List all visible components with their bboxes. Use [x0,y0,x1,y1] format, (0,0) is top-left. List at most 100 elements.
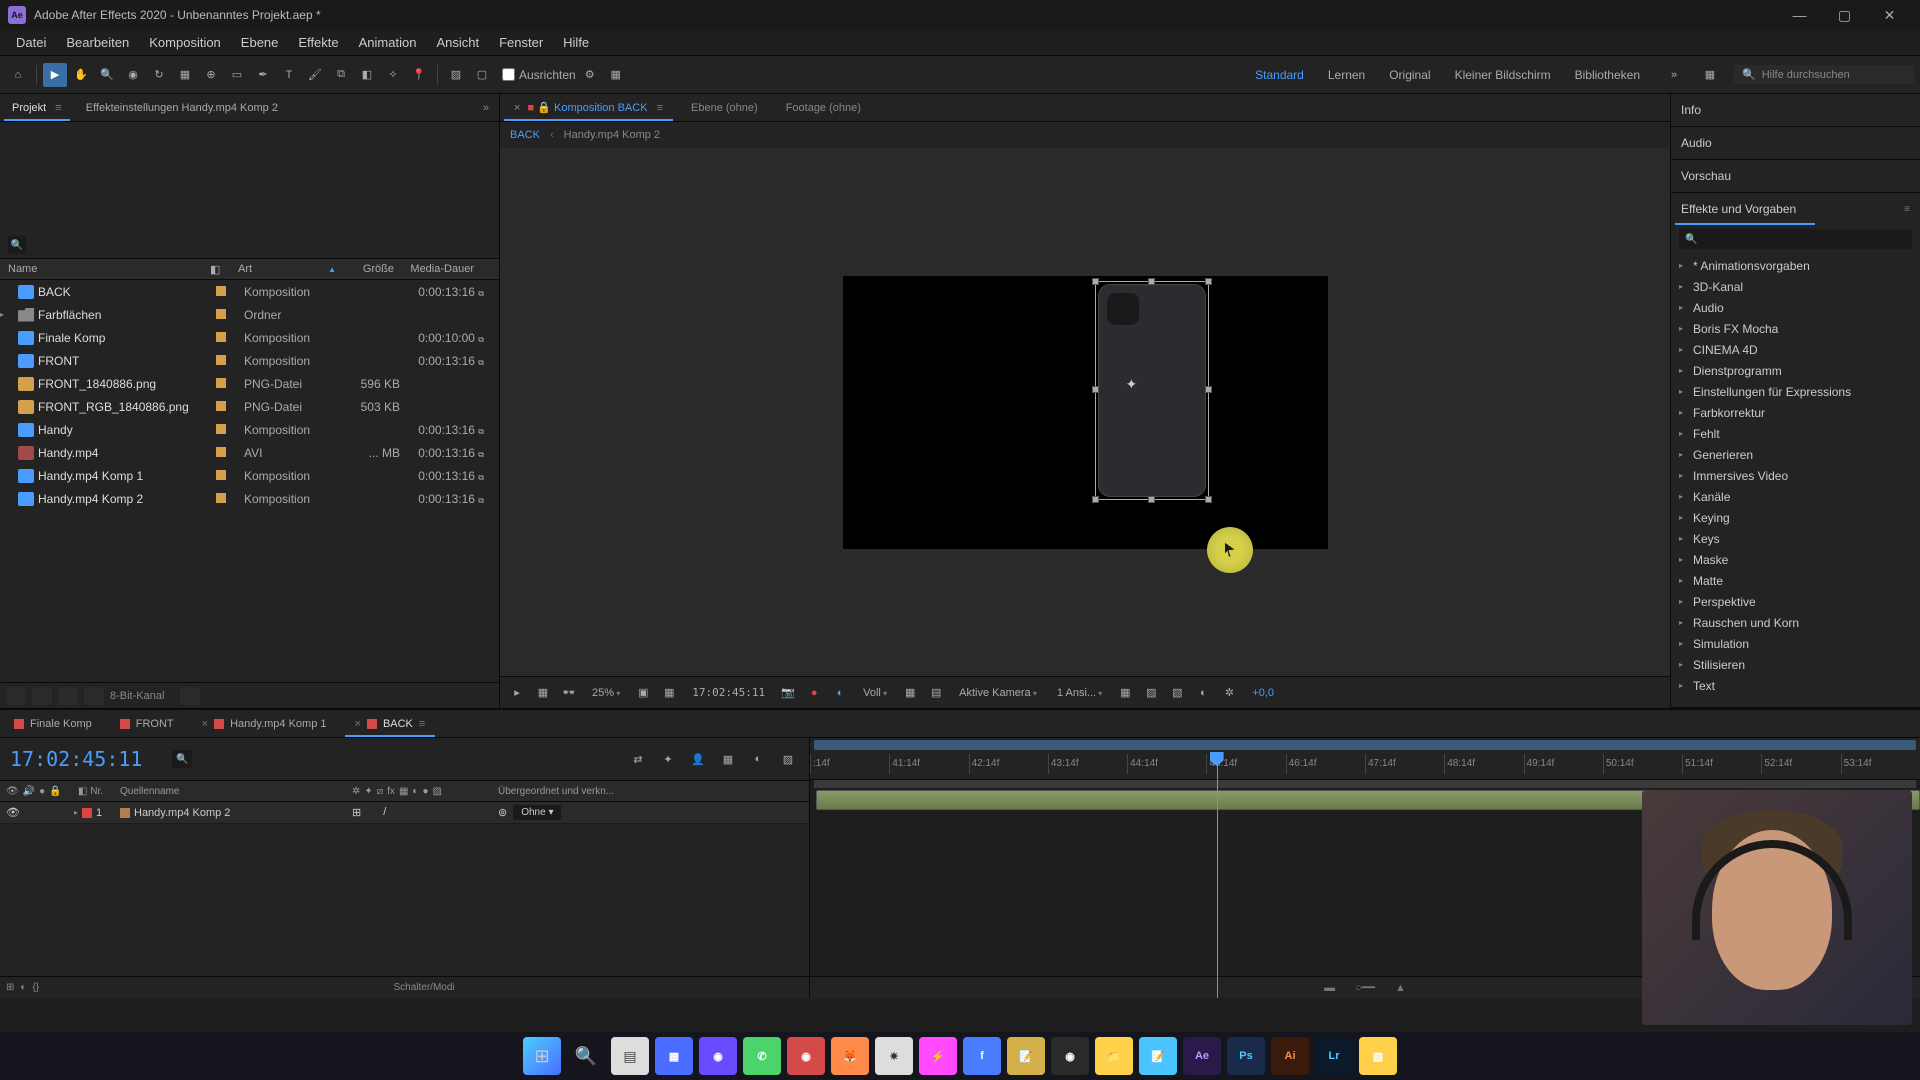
delete-item-icon[interactable] [180,687,200,705]
effect-category[interactable]: ▸3D-Kanal [1671,276,1920,297]
toggle-modes-icon[interactable]: ◐ [20,982,26,993]
region-of-interest-icon[interactable]: ▣ [634,685,652,701]
breadcrumb-item[interactable]: Handy.mp4 Komp 2 [564,129,660,141]
effect-category[interactable]: ▸Einstellungen für Expressions [1671,381,1920,402]
taskbar-illustrator-icon[interactable]: Ai [1271,1037,1309,1075]
transparency-grid-icon[interactable]: ▦ [534,685,552,701]
anchor-point-icon[interactable] [1126,376,1140,390]
effect-category[interactable]: ▸Matte [1671,570,1920,591]
camera-tool[interactable]: ▦ [173,63,197,87]
composition-canvas[interactable] [843,276,1328,549]
menu-ansicht[interactable]: Ansicht [426,31,489,54]
anchor-tool[interactable]: ⊕ [199,63,223,87]
maximize-button[interactable]: ▢ [1822,0,1867,30]
more-workspaces-icon[interactable]: » [1662,63,1686,87]
effect-category[interactable]: ▸Dienstprogramm [1671,360,1920,381]
taskbar-app-12[interactable]: 📝 [1139,1037,1177,1075]
toggle-in-out-icon[interactable]: {} [32,982,39,993]
menu-bearbeiten[interactable]: Bearbeiten [56,31,139,54]
project-tab[interactable]: Projekt ≡ [0,96,74,120]
shape-fill-icon[interactable]: ▨ [444,63,468,87]
menu-fenster[interactable]: Fenster [489,31,553,54]
taskbar-facebook-icon[interactable]: f [963,1037,1001,1075]
effect-category[interactable]: ▸Generieren [1671,444,1920,465]
effects-panel-header[interactable]: Effekte und Vorgaben ≡ [1671,193,1920,225]
taskbar-explorer-icon[interactable]: 📁 [1095,1037,1133,1075]
effect-category[interactable]: ▸Maske [1671,549,1920,570]
color-mgmt-icon[interactable]: ◐ [831,685,849,701]
effect-category[interactable]: ▸Boris FX Mocha [1671,318,1920,339]
menu-effekte[interactable]: Effekte [288,31,348,54]
workspace-kleiner-bildschirm[interactable]: Kleiner Bildschirm [1445,64,1561,86]
timeline-icon[interactable]: ▤ [927,685,945,701]
renderer-icon[interactable]: ▧ [1168,685,1186,701]
taskbar-whatsapp-icon[interactable]: ✆ [743,1037,781,1075]
effect-category[interactable]: ▸Kanäle [1671,486,1920,507]
close-button[interactable]: ✕ [1867,0,1912,30]
breadcrumb-item[interactable]: BACK [510,129,540,141]
resolution-dropdown[interactable]: Voll [857,685,893,701]
info-panel-header[interactable]: Info [1671,94,1920,126]
snap-checkbox[interactable]: Ausrichten [502,68,576,82]
menu-hilfe[interactable]: Hilfe [553,31,599,54]
effect-category[interactable]: ▸Keying [1671,507,1920,528]
new-folder-icon[interactable] [32,687,52,705]
menu-datei[interactable]: Datei [6,31,56,54]
puppet-tool[interactable]: 📍 [407,63,431,87]
timeline-tab[interactable]: FRONT [106,712,188,736]
clone-tool[interactable]: ⧉ [329,63,353,87]
taskbar-firefox-icon[interactable]: 🦊 [831,1037,869,1075]
taskbar-app-6[interactable]: ✷ [875,1037,913,1075]
timeline-ruler[interactable]: :14f41:14f42:14f43:14f44:14f45:14f46:14f… [810,738,1920,780]
project-item[interactable]: Handy.mp4 Komp 2Komposition0:00:13:16 ⧉ [0,487,499,510]
snap-options-icon[interactable]: ⚙ [578,63,602,87]
zoom-tool[interactable]: 🔍 [95,63,119,87]
3d-layers-icon[interactable]: ▨ [1142,685,1160,701]
preview-panel-header[interactable]: Vorschau [1671,160,1920,192]
help-search-input[interactable]: 🔍 Hilfe durchsuchen [1734,65,1914,84]
type-tool[interactable]: T [277,63,301,87]
taskbar-app-2[interactable]: ◉ [699,1037,737,1075]
timeline-tab[interactable]: Finale Komp [0,712,106,736]
taskbar-search-icon[interactable]: 🔍 [567,1037,605,1075]
taskbar-lightroom-icon[interactable]: Lr [1315,1037,1353,1075]
orbit-tool[interactable]: ◉ [121,63,145,87]
taskbar-obs-icon[interactable]: ◉ [1051,1037,1089,1075]
comp-tab[interactable]: × ■ 🔒 Komposition BACK ≡ [500,95,677,120]
effect-category[interactable]: ▸* Animationsvorgaben [1671,255,1920,276]
timeline-column-header[interactable]: 👁 🔊 ● 🔒 ◧ Nr. Quellenname ✲✦⧄fx▦◐●▧ Über… [0,780,809,802]
composition-viewer[interactable] [500,148,1670,676]
project-item[interactable]: Finale KompKomposition0:00:10:00 ⧉ [0,326,499,349]
pen-tool[interactable]: ✒ [251,63,275,87]
shape-stroke-icon[interactable]: ▢ [470,63,494,87]
menu-animation[interactable]: Animation [349,31,427,54]
fast-preview-icon[interactable]: ▦ [901,685,919,701]
bit-depth-label[interactable]: 8-Bit-Kanal [110,690,164,702]
brush-tool[interactable]: 🖌 [303,63,327,87]
effect-category[interactable]: ▸Perspektive [1671,591,1920,612]
zoom-slider[interactable]: ○━━ [1355,981,1375,994]
hand-tool[interactable]: ✋ [69,63,93,87]
audio-panel-header[interactable]: Audio [1671,127,1920,159]
timeline-tab[interactable]: × BACK ≡ [341,712,440,736]
effect-category[interactable]: ▸Simulation [1671,633,1920,654]
effect-category[interactable]: ▸Text [1671,675,1920,696]
taskbar-app-4[interactable]: ◉ [787,1037,825,1075]
workspace-original[interactable]: Original [1379,64,1440,86]
snapshot-icon[interactable]: 📷 [779,685,797,701]
effect-category[interactable]: ▸Keys [1671,528,1920,549]
snap-bounds-icon[interactable]: ▦ [604,63,628,87]
exposure-value[interactable]: +0,0 [1246,685,1280,701]
comp-tab[interactable]: Footage (ohne) [772,96,875,120]
channel-icon[interactable]: ● [805,685,823,701]
exposure-reset-icon[interactable]: ◐ [1194,685,1212,701]
project-item-list[interactable]: BACKKomposition0:00:13:16 ⧉▸FarbflächenO… [0,280,499,682]
toggle-switches-icon[interactable]: ⊞ [6,982,14,993]
exposure-icon[interactable]: ✲ [1220,685,1238,701]
effect-category[interactable]: ▸Rauschen und Korn [1671,612,1920,633]
project-item[interactable]: FRONT_RGB_1840886.pngPNG-Datei503 KB [0,395,499,418]
taskbar-messenger-icon[interactable]: ⚡ [919,1037,957,1075]
motion-blur-icon[interactable]: ◐ [747,749,769,769]
views-dropdown[interactable]: 1 Ansi... [1051,685,1108,701]
menu-komposition[interactable]: Komposition [139,31,231,54]
